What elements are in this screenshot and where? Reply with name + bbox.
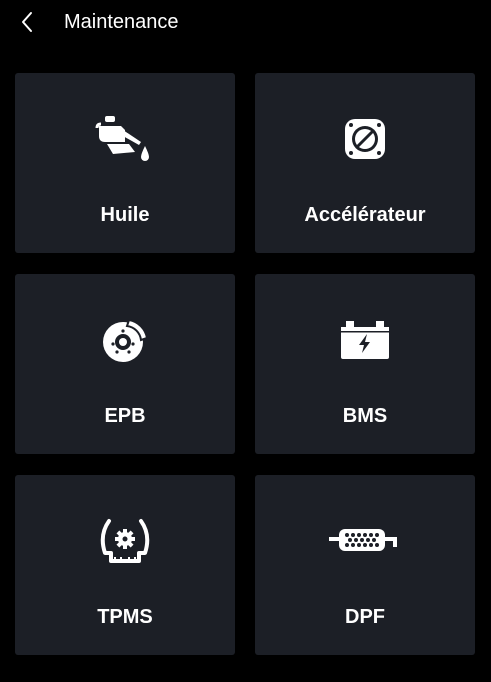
- tile-accelerateur[interactable]: Accélérateur: [255, 73, 475, 253]
- tile-label: DPF: [345, 606, 385, 628]
- tile-label: Accélérateur: [304, 204, 426, 226]
- particulate-filter-icon: [329, 529, 397, 551]
- throttle-icon: [345, 119, 385, 159]
- top-bar: Maintenance: [0, 0, 491, 46]
- chevron-left-icon: [22, 12, 32, 32]
- battery-icon: [341, 321, 389, 359]
- tile-label: TPMS: [97, 606, 153, 628]
- tile-huile[interactable]: Huile: [15, 73, 235, 253]
- tile-label: Huile: [100, 204, 150, 226]
- maintenance-screen: Maintenance Huile Accélérateur EPB BMS T…: [0, 0, 491, 682]
- oil-can-icon: [95, 116, 149, 161]
- brake-disc-icon: [103, 318, 149, 362]
- tile-label: EPB: [104, 405, 146, 427]
- tire-pressure-icon: [100, 519, 150, 563]
- back-button[interactable]: [14, 8, 40, 36]
- tile-bms[interactable]: BMS: [255, 274, 475, 454]
- tile-tpms[interactable]: TPMS: [15, 475, 235, 655]
- tile-label: BMS: [342, 405, 388, 427]
- tile-epb[interactable]: EPB: [15, 274, 235, 454]
- page-title: Maintenance: [64, 11, 179, 33]
- tile-dpf[interactable]: DPF: [255, 475, 475, 655]
